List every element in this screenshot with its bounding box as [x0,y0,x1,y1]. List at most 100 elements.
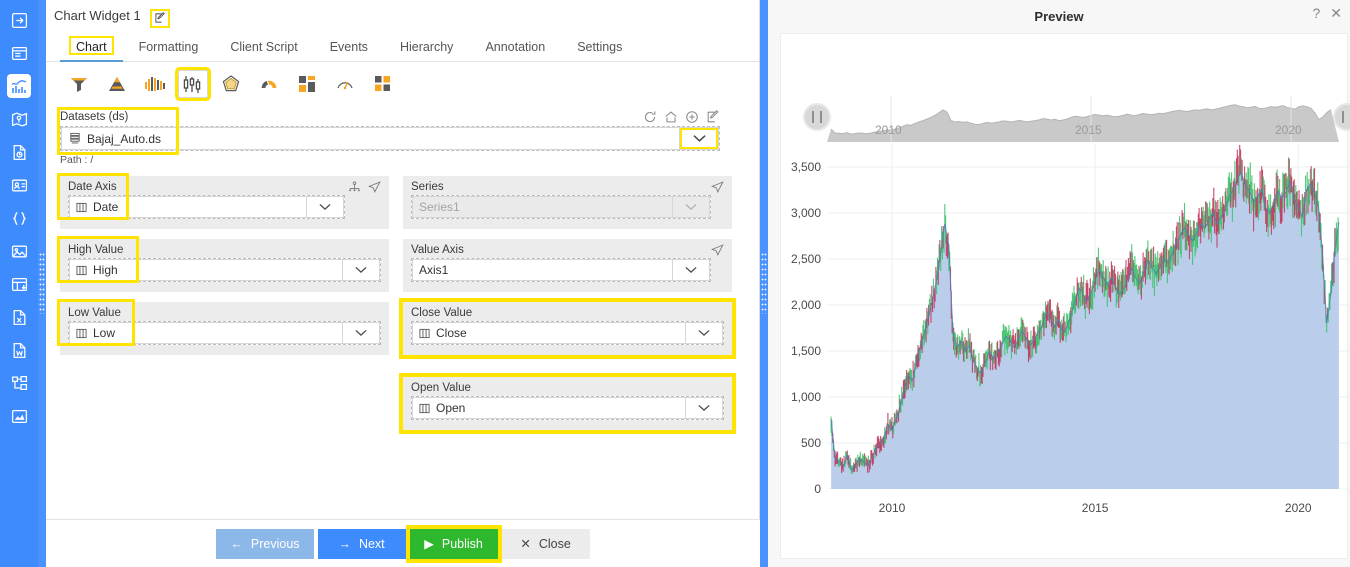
edit-dataset-icon[interactable] [706,110,720,124]
sidebar-item-export[interactable] [7,8,31,32]
gauge-arc-icon [261,80,277,88]
sidebar-item-image[interactable] [7,239,31,263]
sidebar-item-profile-card[interactable] [7,173,31,197]
open-value-combobox[interactable]: Open [411,396,724,420]
tab-client-script[interactable]: Client Script [214,37,313,61]
sidebar-item-hierarchy[interactable] [7,371,31,395]
series-actions[interactable] [710,181,724,196]
sidebar-item-dashboard[interactable] [7,41,31,65]
tab-hierarchy[interactable]: Hierarchy [384,37,470,61]
chart-plot-area[interactable]: 0 500 1,000 1,500 2,000 2,500 3,000 3,500 2010 2… [791,144,1347,515]
chart-type-dial-gauge[interactable] [330,70,360,98]
chart-type-candlestick[interactable] [178,70,208,98]
high-value-group: High Value High [57,236,389,292]
open-value-dropdown-button[interactable] [685,397,723,419]
sidebar-item-excel[interactable] [7,305,31,329]
sidebar-item-report[interactable] [7,140,31,164]
chart-type-treemap[interactable] [292,70,322,98]
open-value-field[interactable]: Open [412,397,685,419]
sidebar-item-analytics[interactable] [7,404,31,428]
y-axis-tick-label: 0 [814,482,821,496]
y-axis-tick-label: 1,000 [790,390,821,404]
tab-events[interactable]: Events [314,37,384,61]
preview-pane: Preview ? ✕ 2010 2015 2020 0 500 1,000 1,500 2… [768,0,1350,567]
series-group: Series Series1 [403,176,732,229]
radar-polygon-icon [222,75,240,92]
value-axis-field[interactable]: Axis1 [412,259,672,281]
date-axis-value: Date [93,200,119,214]
series-dropdown-button[interactable] [672,196,710,218]
high-value-combobox[interactable]: High [68,258,381,282]
close-value-field[interactable]: Close [412,322,685,344]
dataset-field[interactable]: Bajaj_Auto.ds [61,127,679,150]
previous-button[interactable]: ← Previous [216,528,314,559]
tab-chart[interactable]: Chart [60,36,123,62]
date-axis-combobox[interactable]: Date [68,195,345,219]
main-splitter-grip[interactable] [761,252,767,314]
low-value-field[interactable]: Low [69,322,342,344]
rail-splitter[interactable] [38,0,46,567]
value-axis-label-wrap: Value Axis [411,244,724,256]
field-row-4: Open Value Open [60,373,736,434]
x-axis-tick-label: 2015 [1081,501,1109,515]
sidebar-item-map[interactable] [7,107,31,131]
send-arrow-icon [367,181,381,193]
value-axis-dropdown-button[interactable] [672,259,710,281]
low-value-dropdown-button[interactable] [342,322,380,344]
navigator-left-handle[interactable] [803,103,831,131]
dialog-titlebar: Chart Widget 1 [46,0,759,32]
series-combobox[interactable]: Series1 [411,195,711,219]
main-splitter[interactable] [760,0,768,567]
tab-formatting[interactable]: Formatting [123,37,215,61]
tab-settings-label: Settings [577,40,623,54]
sidebar-item-code[interactable] [7,206,31,230]
open-value-label-wrap: Open Value [411,382,724,394]
chart-type-funnel[interactable] [64,70,94,98]
dataset-combobox[interactable]: Bajaj_Auto.ds [60,126,720,151]
tab-settings[interactable]: Settings [561,37,638,61]
date-axis-dropdown-button[interactable] [305,196,344,218]
add-dataset-icon[interactable] [685,110,699,124]
dataset-dropdown-button[interactable] [679,127,719,150]
help-icon[interactable]: ? [1312,6,1320,20]
publish-button[interactable]: ▶ Publish [405,524,502,563]
value-axis-combobox[interactable]: Axis1 [411,258,711,282]
close-button[interactable]: ✕ Close [501,528,590,559]
chart-type-histogram[interactable] [140,70,170,98]
home-icon[interactable] [664,110,678,124]
navigator-tick-label: 2010 [875,123,902,137]
y-axis-tick-label: 500 [800,436,821,450]
rail-splitter-grip[interactable] [39,252,45,314]
chart-range-navigator[interactable]: 2010 2015 2020 [803,96,1350,142]
chart-type-radar[interactable] [216,70,246,98]
low-value-combobox[interactable]: Low [68,321,381,345]
y-axis-tick-label: 3,000 [790,206,821,220]
chart-type-gauge-arc[interactable] [254,70,284,98]
sidebar-item-word[interactable] [7,338,31,362]
tab-annotation[interactable]: Annotation [469,37,561,61]
chevron-down-icon [319,203,331,211]
value-axis-actions[interactable] [710,244,724,259]
histogram-icon [145,77,165,91]
sidebar-item-table[interactable] [7,272,31,296]
high-value-dropdown-button[interactable] [342,259,380,281]
datasets-header: Datasets (ds) [60,110,720,124]
close-value-dropdown-button[interactable] [685,322,723,344]
field-row-2: High Value High Value Axis Axis1 [57,236,732,292]
date-axis-actions[interactable] [345,181,381,196]
config-form: Datasets (ds) Bajaj_Auto.ds Path: / Dat… [46,104,746,519]
close-icon[interactable]: ✕ [1330,6,1342,20]
sidebar-item-chart-widget[interactable] [7,74,31,98]
date-axis-field[interactable]: Date [69,196,306,218]
chart-type-pyramid[interactable] [102,70,132,98]
edit-title-button[interactable] [150,8,171,28]
next-button[interactable]: → Next [317,528,406,559]
chart-type-tiles[interactable] [368,70,398,98]
high-value-field[interactable]: High [69,259,342,281]
open-value-group: Open Value Open [399,373,736,434]
high-value-label-wrap: High Value [68,244,381,256]
series-field[interactable]: Series1 [412,196,672,218]
tab-hierarchy-label: Hierarchy [399,40,454,54]
refresh-dataset-icon[interactable] [643,110,657,124]
close-value-combobox[interactable]: Close [411,321,724,345]
